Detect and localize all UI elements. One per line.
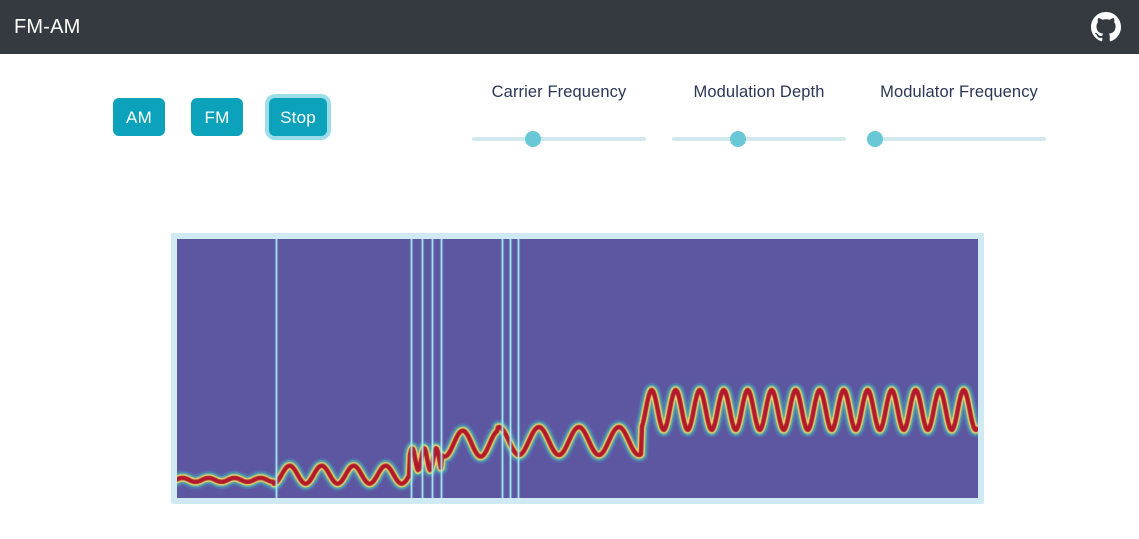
slider-group: Carrier Frequency Modulation Depth Modul… [472, 84, 1046, 147]
modulator-frequency-label: Modulator Frequency [880, 83, 1038, 101]
carrier-frequency-control: Carrier Frequency [472, 84, 646, 147]
modulation-depth-label: Modulation Depth [693, 83, 825, 101]
carrier-frequency-track [472, 136, 646, 141]
stop-button[interactable]: Stop [269, 98, 327, 136]
carrier-frequency-label: Carrier Frequency [491, 83, 627, 101]
waveform-spectrogram-canvas[interactable] [177, 239, 978, 498]
page-title: FM-AM [14, 16, 81, 38]
mode-button-group: AM FM Stop [113, 98, 327, 136]
modulation-depth-track [672, 136, 846, 141]
modulator-frequency-thumb[interactable] [867, 130, 884, 147]
carrier-frequency-slider[interactable] [472, 130, 646, 147]
github-link[interactable] [1089, 10, 1123, 44]
modulator-frequency-slider[interactable] [867, 130, 1046, 147]
visualization-panel [171, 233, 984, 504]
modulation-depth-control: Modulation Depth [672, 84, 846, 147]
controls-bar: AM FM Stop Carrier Frequency Modulation … [0, 54, 1139, 164]
modulation-depth-thumb[interactable] [730, 130, 747, 147]
carrier-frequency-thumb[interactable] [524, 130, 541, 147]
github-icon [1091, 12, 1121, 42]
modulator-frequency-track [872, 136, 1046, 141]
modulation-depth-slider[interactable] [672, 130, 846, 147]
am-button[interactable]: AM [113, 98, 165, 136]
app-header: FM-AM [0, 0, 1139, 54]
modulator-frequency-control: Modulator Frequency [867, 83, 1046, 147]
fm-button[interactable]: FM [191, 98, 243, 136]
